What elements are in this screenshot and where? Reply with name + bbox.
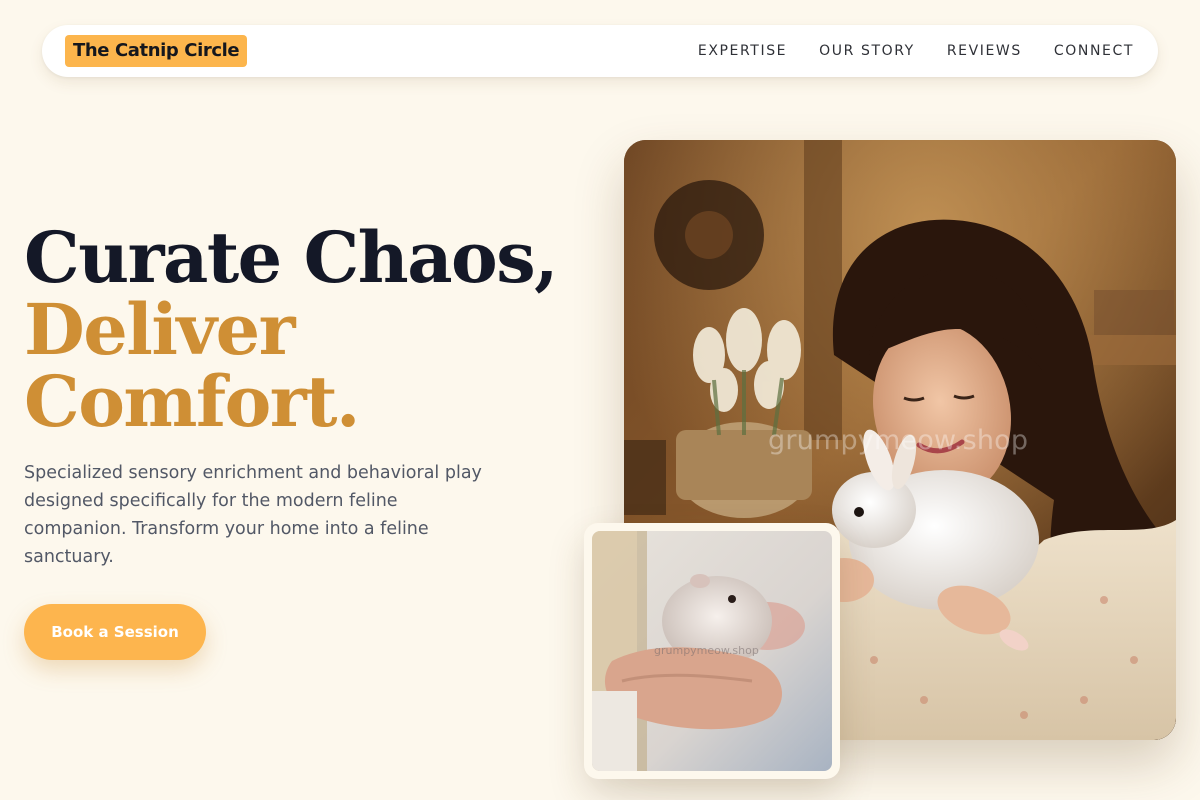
nav-links: EXPERTISE OUR STORY REVIEWS CONNECT xyxy=(698,43,1134,59)
hero-title-line-2: Deliver xyxy=(24,288,296,371)
nav-link-reviews[interactable]: REVIEWS xyxy=(947,43,1022,59)
nav-link-connect[interactable]: CONNECT xyxy=(1054,43,1134,59)
main-image-watermark: grumpymeow.shop xyxy=(768,425,1029,456)
hero-title-line-1: Curate Chaos, xyxy=(24,216,559,299)
nav-link-our-story[interactable]: OUR STORY xyxy=(819,43,915,59)
hero-description: Specialized sensory enrichment and behav… xyxy=(24,463,482,567)
brand-logo[interactable]: The Catnip Circle xyxy=(65,35,248,67)
secondary-photo: grumpymeow.shop xyxy=(592,531,832,771)
book-session-button[interactable]: Book a Session xyxy=(24,604,206,660)
hero-title: Curate Chaos, Deliver Comfort. xyxy=(24,216,559,443)
secondary-image-watermark: grumpymeow.shop xyxy=(654,644,759,657)
top-navbar: The Catnip Circle EXPERTISE OUR STORY RE… xyxy=(42,25,1158,77)
nav-link-expertise[interactable]: EXPERTISE xyxy=(698,43,787,59)
secondary-photo-frame: grumpymeow.shop xyxy=(584,523,840,779)
hero-title-line-3: Comfort. xyxy=(24,360,360,443)
